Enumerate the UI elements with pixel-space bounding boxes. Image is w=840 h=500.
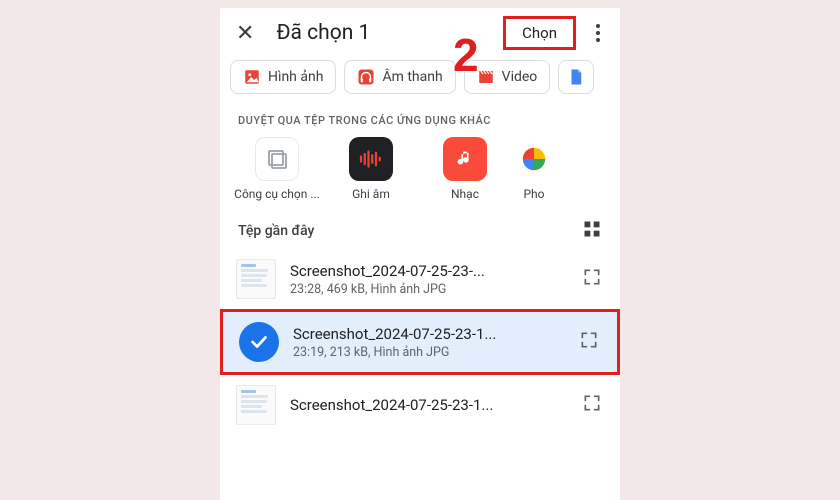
chip-label: Video bbox=[502, 69, 538, 85]
file-meta: 23:19, 213 kB, Hình ảnh JPG bbox=[293, 345, 565, 360]
recent-header: Tệp gần đây bbox=[220, 209, 620, 249]
chip-label: Hình ảnh bbox=[268, 69, 323, 85]
gallery-stack-icon bbox=[265, 147, 289, 171]
app-gallery-picker[interactable]: Công cụ chọn ... bbox=[232, 137, 322, 201]
chip-video[interactable]: Video bbox=[464, 60, 551, 94]
chip-images[interactable]: Hình ảnh bbox=[230, 60, 336, 94]
photos-icon bbox=[519, 144, 549, 174]
chip-label: Âm thanh bbox=[382, 69, 442, 85]
music-note-icon bbox=[454, 148, 476, 170]
file-name: Screenshot_2024-07-25-23-1... bbox=[293, 325, 565, 343]
expand-icon[interactable] bbox=[582, 393, 604, 417]
app-photos[interactable]: Pho bbox=[514, 137, 554, 201]
waveform-icon bbox=[356, 144, 386, 174]
chip-audio[interactable]: Âm thanh bbox=[344, 60, 455, 94]
file-thumbnail bbox=[236, 259, 276, 299]
app-label: Ghi âm bbox=[352, 187, 390, 201]
chip-documents[interactable] bbox=[558, 60, 594, 94]
image-icon bbox=[243, 68, 261, 86]
file-name: Screenshot_2024-07-25-23-... bbox=[290, 262, 568, 280]
app-music[interactable]: Nhạc bbox=[420, 137, 510, 201]
file-item-selected[interactable]: Screenshot_2024-07-25-23-1... 23:19, 213… bbox=[220, 309, 620, 375]
browse-apps-label: DUYỆT QUA TỆP TRONG CÁC ỨNG DỤNG KHÁC bbox=[220, 104, 620, 135]
checkmark-icon bbox=[239, 322, 279, 362]
file-name: Screenshot_2024-07-25-23-1... bbox=[290, 396, 568, 414]
file-meta: 23:28, 469 kB, Hình ảnh JPG bbox=[290, 282, 568, 297]
app-label: Công cụ chọn ... bbox=[234, 187, 320, 201]
app-label: Pho bbox=[523, 187, 544, 201]
more-icon[interactable] bbox=[586, 20, 610, 46]
expand-icon[interactable] bbox=[582, 267, 604, 291]
headphones-icon bbox=[357, 68, 375, 86]
recent-label: Tệp gần đây bbox=[238, 223, 314, 239]
file-item[interactable]: Screenshot_2024-07-25-23-1... bbox=[220, 375, 620, 425]
select-button[interactable]: Chọn bbox=[503, 16, 576, 50]
file-item[interactable]: Screenshot_2024-07-25-23-... 23:28, 469 … bbox=[220, 249, 620, 309]
filter-chips: Hình ảnh Âm thanh Video bbox=[220, 54, 620, 104]
expand-icon[interactable] bbox=[579, 330, 601, 354]
app-label: Nhạc bbox=[451, 187, 479, 201]
grid-view-icon[interactable] bbox=[582, 219, 602, 243]
app-recorder[interactable]: Ghi âm bbox=[326, 137, 416, 201]
file-thumbnail bbox=[236, 385, 276, 425]
top-bar: ✕ Đã chọn 1 Chọn bbox=[220, 8, 620, 54]
close-icon[interactable]: ✕ bbox=[230, 17, 260, 50]
page-title: Đã chọn 1 bbox=[270, 21, 493, 45]
document-icon bbox=[567, 68, 585, 86]
clapper-icon bbox=[477, 68, 495, 86]
file-picker-panel: ✕ Đã chọn 1 Chọn Hình ảnh Âm thanh Video bbox=[220, 8, 620, 500]
apps-row: Công cụ chọn ... Ghi âm Nhạc Pho bbox=[220, 135, 620, 209]
